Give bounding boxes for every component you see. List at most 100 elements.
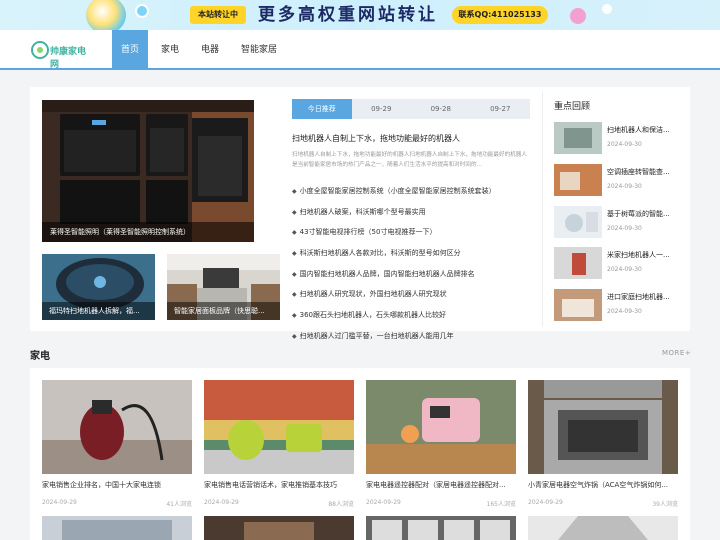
bullet-icon: ◆ (292, 332, 297, 340)
appliance-image (204, 516, 354, 540)
article-title: 家电销售企业排名，中国十大家电连锁 (42, 481, 161, 489)
sidebar-title: 重点回顾 (554, 102, 591, 112)
banner-contact: 联系QQ:411025133 (452, 6, 548, 24)
featured-caption: 智能家居面板品牌（快思聪... (167, 302, 280, 320)
article-card[interactable]: 家电销售企业排名，中国十大家电连锁 2024-09-29 41人浏览 (42, 380, 192, 508)
banner-headline: 更多高权重网站转让 (258, 5, 438, 25)
article-views: 88人浏览 (328, 501, 354, 508)
nav-item-home[interactable]: 首页 (112, 30, 149, 70)
sidebar-item-title: 进口家庭扫地机器... (607, 293, 670, 301)
site-header: 帅康家电网 首页 家电 电器 智能家居 (0, 30, 720, 70)
article-card-partial[interactable] (366, 516, 516, 540)
article-views: 39人浏览 (652, 501, 678, 508)
article-title: 小青家居电器空气炸锅（ACA空气炸锅如何... (528, 481, 669, 489)
sidebar-item[interactable]: 进口家庭扫地机器... 2024-09-30 (554, 289, 682, 321)
article-card[interactable]: 家电电器遥控器配对（家居电器遥控器配对... 2024-09-29 165人浏览 (366, 380, 516, 508)
article-views: 165人浏览 (486, 501, 516, 508)
banner-label: 本站转让中 (190, 6, 246, 24)
main-nav: 首页 家电 电器 智能家居 (112, 30, 290, 70)
article-views: 41人浏览 (166, 501, 192, 508)
bubble-icon (570, 8, 586, 24)
bubble-icon (135, 4, 149, 18)
headline-link[interactable]: 扫地机器人自制上下水，拖地功能最好的机器人 (292, 133, 460, 144)
sidebar-item-title: 空调插座转智能查... (607, 168, 670, 176)
sidebar-item-title: 基于树莓派的智能... (607, 210, 670, 218)
hero-caption: 莱得圣智能照明（莱得圣智能照明控制系统） (42, 222, 254, 242)
washer-row-image (366, 516, 516, 540)
hero-feature[interactable]: 莱得圣智能照明（莱得圣智能照明控制系统） (42, 100, 254, 242)
sidebar-item[interactable]: 空调插座转智能查... 2024-09-30 (554, 164, 682, 196)
nav-item-smart-home[interactable]: 智能家居 (232, 30, 286, 70)
bullet-icon: ◆ (292, 229, 297, 237)
nav-item-appliances[interactable]: 家电 (152, 30, 188, 70)
article-card-partial[interactable] (204, 516, 354, 540)
thumbnail (554, 206, 602, 238)
kitchen-oven-image (42, 100, 254, 242)
featured-card-smart-panel[interactable]: 智能家居面板品牌（快思聪... (167, 254, 280, 320)
news-item-text: 360跟石头扫地机器人，石头哪款机器人比较好 (299, 311, 446, 320)
bullet-icon: ◆ (292, 188, 297, 195)
logo-icon (31, 41, 49, 59)
bullet-icon: ◆ (292, 270, 297, 278)
article-title: 家电销售电话营销话术，家电推销基本技巧 (204, 481, 337, 489)
more-link[interactable]: MORE+ (662, 349, 691, 357)
news-item[interactable]: ◆ 43寸智能电视排行榜（50寸电视推荐一下） (292, 225, 532, 246)
tab-09-29[interactable]: 09-29 (352, 99, 412, 119)
headline-summary: 扫地机器人自制上下水，拖地功能最好的机器人扫地机器人自制上下水，拖地功能最好的机… (292, 152, 527, 168)
article-meta: 2024-09-29 39人浏览 (528, 499, 678, 508)
news-item[interactable]: ◆ 国内智能扫地机器人品牌，国内智能扫地机器人品牌排名 (292, 267, 532, 288)
news-item-text: 国内智能扫地机器人品牌，国内智能扫地机器人品牌排名 (299, 269, 475, 278)
divider (542, 92, 543, 327)
article-card[interactable]: 小青家居电器空气炸锅（ACA空气炸锅如何... 2024-09-29 39人浏览 (528, 380, 678, 508)
bullet-icon: ◆ (292, 291, 297, 299)
article-meta: 2024-09-29 165人浏览 (366, 499, 516, 508)
news-item[interactable]: ◆ 科沃斯扫地机器人各款对比，科沃斯的型号如何区分 (292, 246, 532, 267)
article-card[interactable]: 家电销售电话营销话术，家电推销基本技巧 2024-09-29 88人浏览 (204, 380, 354, 508)
range-hood-image (528, 516, 678, 540)
tab-today[interactable]: 今日推荐 (292, 99, 352, 119)
news-item-text: 扫地机器人研究现状，外国扫地机器人研究现状 (299, 290, 447, 299)
bullet-icon: ◆ (292, 250, 297, 258)
sidebar-item-date: 2024-09-30 (607, 183, 642, 190)
featured-card-robot[interactable]: 福玛特扫地机器人拆解，福... (42, 254, 155, 320)
vacuum-cleaner-image (42, 380, 192, 474)
thumbnail (554, 289, 602, 321)
top-banner-ad[interactable]: 本站转让中 更多高权重网站转让 联系QQ:411025133 (0, 0, 720, 30)
bullet-icon: ◆ (292, 208, 297, 216)
news-item[interactable]: ◆ 扫地机器人过门槛平替，一台扫地机器人能用几年 (292, 329, 532, 350)
tab-09-28[interactable]: 09-28 (411, 99, 471, 119)
article-meta: 2024-09-29 88人浏览 (204, 499, 354, 508)
news-item[interactable]: ◆ 360跟石头扫地机器人，石头哪款机器人比较好 (292, 308, 532, 329)
sidebar-item-date: 2024-09-30 (607, 141, 642, 148)
article-date: 2024-09-29 (204, 499, 239, 506)
bubble-icon (602, 4, 612, 14)
article-title: 家电电器遥控器配对（家居电器遥控器配对... (366, 481, 506, 489)
article-meta: 2024-09-29 41人浏览 (42, 499, 192, 508)
news-item-text: 科沃斯扫地机器人各款对比，科沃斯的型号如何区分 (299, 249, 461, 258)
nav-item-electrical[interactable]: 电器 (192, 30, 228, 70)
sidebar-item[interactable]: 米家扫地机器人一... 2024-09-30 (554, 247, 682, 279)
news-item-text: 43寸智能电视排行榜（50寸电视推荐一下） (299, 228, 437, 237)
sidebar-item-title: 米家扫地机器人一... (607, 251, 670, 259)
news-item[interactable]: ◆ 扫地机器人破案，科沃斯哪个型号最实用 (292, 205, 532, 226)
article-date: 2024-09-29 (366, 499, 401, 506)
logo-text: 帅康家电网 (50, 47, 87, 70)
article-card-partial[interactable] (42, 516, 192, 540)
sidebar-item[interactable]: 扫地机器人和保洁... 2024-09-30 (554, 122, 682, 154)
news-item-text: 扫地机器人过门槛平替，一台扫地机器人能用几年 (299, 331, 454, 340)
sidebar-item[interactable]: 基于树莓派的智能... 2024-09-30 (554, 206, 682, 238)
news-item-text: 小度全屋智能家居控制系统（小度全屋智能家居控制系统套装） (299, 187, 496, 195)
news-item[interactable]: ◆ 小度全屋智能家居控制系统（小度全屋智能家居控制系统套装） (292, 184, 532, 205)
tab-09-27[interactable]: 09-27 (471, 99, 531, 119)
article-date: 2024-09-29 (42, 499, 77, 506)
news-list: ◆ 小度全屋智能家居控制系统（小度全屋智能家居控制系统套装） ◆ 扫地机器人破案，科… (292, 184, 532, 350)
news-item[interactable]: ◆ 扫地机器人研究现状，外国扫地机器人研究现状 (292, 287, 532, 308)
news-item-text: 扫地机器人破案，科沃斯哪个型号最实用 (299, 207, 426, 216)
site-logo[interactable]: 帅康家电网 (30, 40, 94, 70)
sidebar-item-title: 扫地机器人和保洁... (607, 126, 670, 134)
power-station-image (366, 380, 516, 474)
article-date: 2024-09-29 (528, 499, 563, 506)
cartoon-character-icon (86, 0, 126, 30)
article-card-partial[interactable] (528, 516, 678, 540)
thumbnail (554, 122, 602, 154)
